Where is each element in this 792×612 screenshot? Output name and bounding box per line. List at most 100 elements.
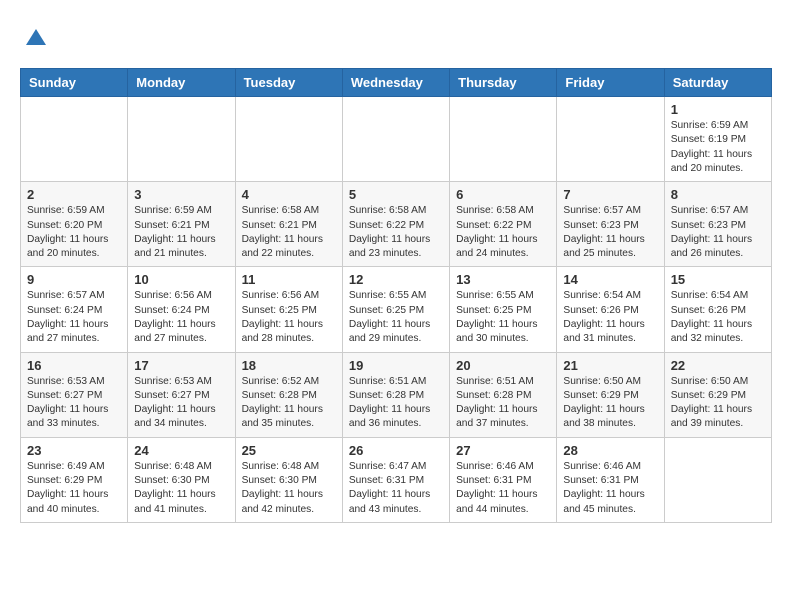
calendar-cell <box>557 97 664 182</box>
day-info: Sunrise: 6:48 AMSunset: 6:30 PMDaylight:… <box>134 460 228 517</box>
day-info: Sunrise: 6:57 AMSunset: 6:24 PMDaylight:… <box>27 289 121 346</box>
day-number: 10 <box>134 272 228 287</box>
logo-icon <box>22 25 50 53</box>
calendar-cell <box>128 97 235 182</box>
day-of-week-header: Friday <box>557 69 664 97</box>
day-number: 6 <box>456 187 550 202</box>
day-info: Sunrise: 6:59 AMSunset: 6:21 PMDaylight:… <box>134 204 228 261</box>
calendar-header-row: SundayMondayTuesdayWednesdayThursdayFrid… <box>21 69 772 97</box>
day-number: 28 <box>563 443 657 458</box>
page-header <box>20 20 772 58</box>
calendar-table: SundayMondayTuesdayWednesdayThursdayFrid… <box>20 68 772 523</box>
day-info: Sunrise: 6:54 AMSunset: 6:26 PMDaylight:… <box>671 289 765 346</box>
calendar-cell: 4 Sunrise: 6:58 AMSunset: 6:21 PMDaylight… <box>235 182 342 267</box>
calendar-week-row: 23 Sunrise: 6:49 AMSunset: 6:29 PMDayligh… <box>21 437 772 522</box>
day-info: Sunrise: 6:50 AMSunset: 6:29 PMDaylight:… <box>563 375 657 432</box>
calendar-cell: 26 Sunrise: 6:47 AMSunset: 6:31 PMDayligh… <box>342 437 449 522</box>
calendar-cell <box>235 97 342 182</box>
day-number: 3 <box>134 187 228 202</box>
day-number: 9 <box>27 272 121 287</box>
day-info: Sunrise: 6:55 AMSunset: 6:25 PMDaylight:… <box>456 289 550 346</box>
calendar-cell: 1 Sunrise: 6:59 AMSunset: 6:19 PMDaylight… <box>664 97 771 182</box>
day-number: 24 <box>134 443 228 458</box>
day-info: Sunrise: 6:58 AMSunset: 6:22 PMDaylight:… <box>349 204 443 261</box>
day-number: 2 <box>27 187 121 202</box>
day-info: Sunrise: 6:56 AMSunset: 6:25 PMDaylight:… <box>242 289 336 346</box>
calendar-cell: 13 Sunrise: 6:55 AMSunset: 6:25 PMDayligh… <box>450 267 557 352</box>
day-of-week-header: Tuesday <box>235 69 342 97</box>
day-info: Sunrise: 6:54 AMSunset: 6:26 PMDaylight:… <box>563 289 657 346</box>
day-number: 7 <box>563 187 657 202</box>
day-info: Sunrise: 6:58 AMSunset: 6:22 PMDaylight:… <box>456 204 550 261</box>
calendar-cell <box>450 97 557 182</box>
logo <box>20 25 50 58</box>
calendar-cell: 15 Sunrise: 6:54 AMSunset: 6:26 PMDayligh… <box>664 267 771 352</box>
calendar-cell: 11 Sunrise: 6:56 AMSunset: 6:25 PMDayligh… <box>235 267 342 352</box>
day-number: 11 <box>242 272 336 287</box>
calendar-cell: 8Sunrise: 6:57 AMSunset: 6:23 PMDaylight… <box>664 182 771 267</box>
calendar-cell: 14 Sunrise: 6:54 AMSunset: 6:26 PMDayligh… <box>557 267 664 352</box>
day-number: 19 <box>349 358 443 373</box>
calendar-week-row: 1 Sunrise: 6:59 AMSunset: 6:19 PMDaylight… <box>21 97 772 182</box>
day-info: Sunrise: 6:51 AMSunset: 6:28 PMDaylight:… <box>456 375 550 432</box>
calendar-cell: 16 Sunrise: 6:53 AMSunset: 6:27 PMDayligh… <box>21 352 128 437</box>
day-info: Sunrise: 6:48 AMSunset: 6:30 PMDaylight:… <box>242 460 336 517</box>
day-info: Sunrise: 6:50 AMSunset: 6:29 PMDaylight:… <box>671 375 765 432</box>
calendar-cell: 17 Sunrise: 6:53 AMSunset: 6:27 PMDayligh… <box>128 352 235 437</box>
calendar-cell <box>664 437 771 522</box>
calendar-cell: 12 Sunrise: 6:55 AMSunset: 6:25 PMDayligh… <box>342 267 449 352</box>
day-number: 8 <box>671 187 765 202</box>
day-number: 25 <box>242 443 336 458</box>
day-info: Sunrise: 6:49 AMSunset: 6:29 PMDaylight:… <box>27 460 121 517</box>
day-number: 27 <box>456 443 550 458</box>
calendar-cell: 20 Sunrise: 6:51 AMSunset: 6:28 PMDayligh… <box>450 352 557 437</box>
day-number: 23 <box>27 443 121 458</box>
day-number: 12 <box>349 272 443 287</box>
day-number: 13 <box>456 272 550 287</box>
calendar-cell: 23 Sunrise: 6:49 AMSunset: 6:29 PMDayligh… <box>21 437 128 522</box>
day-of-week-header: Thursday <box>450 69 557 97</box>
calendar-cell: 27 Sunrise: 6:46 AMSunset: 6:31 PMDayligh… <box>450 437 557 522</box>
calendar-cell: 21Sunrise: 6:50 AMSunset: 6:29 PMDayligh… <box>557 352 664 437</box>
calendar-week-row: 9 Sunrise: 6:57 AMSunset: 6:24 PMDaylight… <box>21 267 772 352</box>
calendar-cell: 19 Sunrise: 6:51 AMSunset: 6:28 PMDayligh… <box>342 352 449 437</box>
day-number: 16 <box>27 358 121 373</box>
day-number: 26 <box>349 443 443 458</box>
calendar-cell <box>342 97 449 182</box>
day-number: 20 <box>456 358 550 373</box>
calendar-cell: 3 Sunrise: 6:59 AMSunset: 6:21 PMDaylight… <box>128 182 235 267</box>
calendar-cell <box>21 97 128 182</box>
calendar-cell: 25 Sunrise: 6:48 AMSunset: 6:30 PMDayligh… <box>235 437 342 522</box>
day-of-week-header: Monday <box>128 69 235 97</box>
calendar-cell: 9 Sunrise: 6:57 AMSunset: 6:24 PMDaylight… <box>21 267 128 352</box>
calendar-week-row: 2Sunrise: 6:59 AMSunset: 6:20 PMDaylight… <box>21 182 772 267</box>
calendar-week-row: 16 Sunrise: 6:53 AMSunset: 6:27 PMDayligh… <box>21 352 772 437</box>
day-number: 22 <box>671 358 765 373</box>
calendar-cell: 2Sunrise: 6:59 AMSunset: 6:20 PMDaylight… <box>21 182 128 267</box>
day-info: Sunrise: 6:52 AMSunset: 6:28 PMDaylight:… <box>242 375 336 432</box>
day-number: 1 <box>671 102 765 117</box>
day-number: 18 <box>242 358 336 373</box>
day-number: 14 <box>563 272 657 287</box>
calendar-cell: 22 Sunrise: 6:50 AMSunset: 6:29 PMDayligh… <box>664 352 771 437</box>
day-info: Sunrise: 6:53 AMSunset: 6:27 PMDaylight:… <box>27 375 121 432</box>
day-info: Sunrise: 6:47 AMSunset: 6:31 PMDaylight:… <box>349 460 443 517</box>
day-info: Sunrise: 6:58 AMSunset: 6:21 PMDaylight:… <box>242 204 336 261</box>
day-info: Sunrise: 6:53 AMSunset: 6:27 PMDaylight:… <box>134 375 228 432</box>
day-info: Sunrise: 6:55 AMSunset: 6:25 PMDaylight:… <box>349 289 443 346</box>
calendar-cell: 5Sunrise: 6:58 AMSunset: 6:22 PMDaylight… <box>342 182 449 267</box>
day-info: Sunrise: 6:59 AMSunset: 6:19 PMDaylight:… <box>671 119 765 176</box>
day-of-week-header: Saturday <box>664 69 771 97</box>
day-info: Sunrise: 6:56 AMSunset: 6:24 PMDaylight:… <box>134 289 228 346</box>
day-number: 17 <box>134 358 228 373</box>
day-info: Sunrise: 6:46 AMSunset: 6:31 PMDaylight:… <box>456 460 550 517</box>
day-info: Sunrise: 6:51 AMSunset: 6:28 PMDaylight:… <box>349 375 443 432</box>
day-number: 4 <box>242 187 336 202</box>
day-info: Sunrise: 6:46 AMSunset: 6:31 PMDaylight:… <box>563 460 657 517</box>
calendar-cell: 28 Sunrise: 6:46 AMSunset: 6:31 PMDayligh… <box>557 437 664 522</box>
calendar-cell: 18 Sunrise: 6:52 AMSunset: 6:28 PMDayligh… <box>235 352 342 437</box>
day-info: Sunrise: 6:57 AMSunset: 6:23 PMDaylight:… <box>563 204 657 261</box>
day-of-week-header: Wednesday <box>342 69 449 97</box>
day-number: 15 <box>671 272 765 287</box>
calendar-cell: 7 Sunrise: 6:57 AMSunset: 6:23 PMDaylight… <box>557 182 664 267</box>
